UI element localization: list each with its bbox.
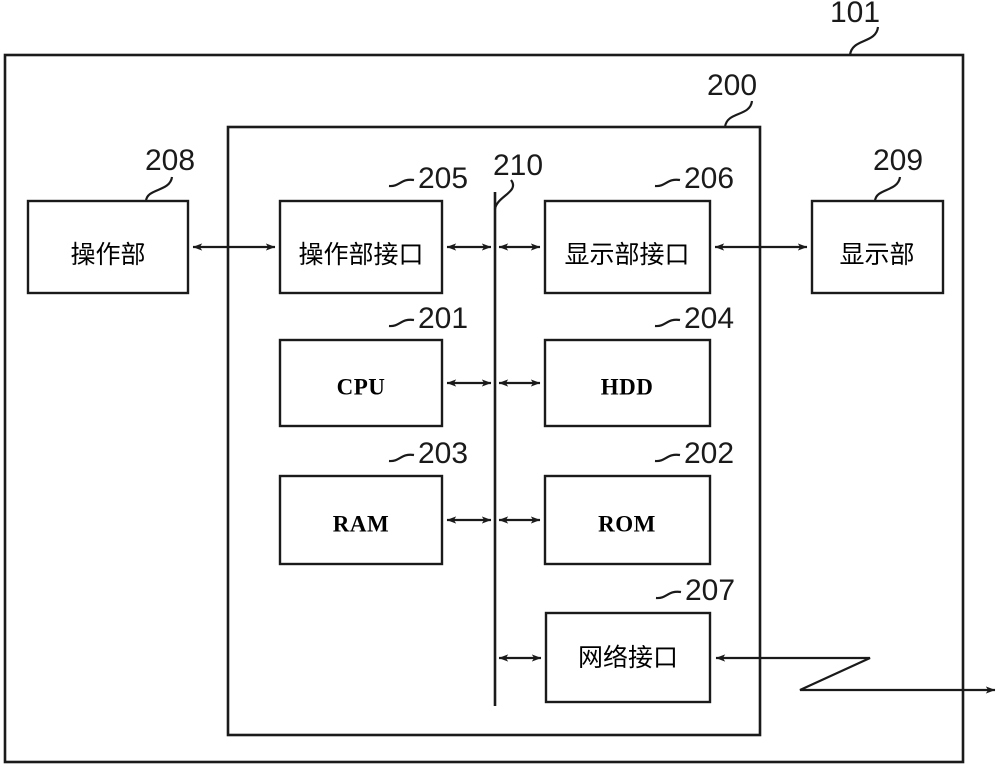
external-network-zigzag-line (715, 654, 996, 694)
block-label-hdd: HDD (601, 374, 654, 399)
ref-number-207: 207 (685, 574, 735, 607)
leader-204 (654, 318, 681, 328)
leader-203 (388, 453, 415, 463)
figure-canvas: 101 200 210 操作部 208 操作部接口 205 显示部接口 206 … (0, 0, 1000, 772)
block-label-operation-unit: 操作部 (70, 240, 145, 269)
ref-number-205: 205 (418, 162, 468, 195)
ref-number-203: 203 (418, 437, 468, 470)
ref-number-201: 201 (418, 302, 468, 335)
ref-number-204: 204 (684, 302, 734, 335)
leader-207 (655, 590, 682, 600)
ref-number-210: 210 (493, 149, 543, 182)
block-label-display-unit: 显示部 (839, 240, 914, 269)
block-label-ram: RAM (333, 511, 389, 536)
leader-201 (388, 318, 415, 328)
leader-206 (654, 178, 681, 188)
block-label-cpu: CPU (337, 374, 386, 399)
leader-101 (848, 26, 880, 56)
ref-number-101: 101 (830, 0, 880, 29)
leader-205 (388, 178, 415, 188)
block-diagram: 101 200 210 操作部 208 操作部接口 205 显示部接口 206 … (3, 0, 996, 764)
leader-209 (873, 176, 902, 202)
block-label-rom: ROM (598, 511, 656, 536)
leader-208 (144, 176, 174, 202)
ref-number-202: 202 (684, 437, 734, 470)
ref-number-209: 209 (873, 144, 923, 177)
leader-210 (493, 179, 515, 210)
block-label-display-unit-interface: 显示部接口 (564, 240, 689, 269)
ref-number-206: 206 (684, 162, 734, 195)
ref-number-208: 208 (145, 144, 195, 177)
block-label-operation-unit-interface: 操作部接口 (298, 240, 423, 269)
block-label-network-interface: 网络接口 (578, 643, 678, 672)
leader-200 (723, 100, 754, 128)
leader-202 (654, 453, 681, 463)
ref-number-200: 200 (707, 69, 757, 102)
